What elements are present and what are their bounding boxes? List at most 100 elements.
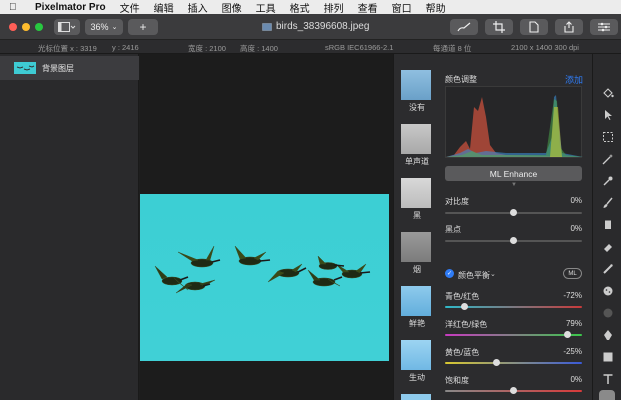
retouch-icon[interactable] — [601, 262, 614, 275]
image-dimensions: 2100 x 1400 300 dpi — [511, 43, 579, 52]
tools-column — [592, 54, 621, 400]
preset-next-thumb[interactable] — [401, 394, 431, 400]
brush-tool-icon[interactable] — [601, 196, 614, 209]
blackpoint-value[interactable]: 0% — [552, 224, 582, 233]
preset-vivid-thumb[interactable] — [401, 340, 431, 370]
marquee-select-icon[interactable] — [601, 130, 614, 143]
photo-birds — [140, 194, 389, 361]
document-filename: birds_38396608.jpeg — [276, 21, 370, 32]
eyedropper-icon[interactable] — [601, 174, 614, 187]
preset-mono-thumb[interactable] — [401, 124, 431, 154]
contrast-label: 对比度 — [445, 197, 469, 206]
menu-arrange[interactable]: 排列 — [324, 0, 344, 15]
magenta-green-slider-knob[interactable] — [564, 331, 572, 338]
document-title: birds_38396608.jpeg — [262, 21, 369, 32]
menu-help[interactable]: 帮助 — [426, 0, 446, 15]
color-profile: sRGB IEC61966-2.1 — [325, 43, 394, 52]
preset-none-thumb[interactable] — [401, 70, 431, 100]
shape-tool-icon[interactable] — [601, 350, 614, 363]
yellow-blue-slider[interactable] — [445, 362, 582, 364]
view-mode-button[interactable] — [54, 19, 80, 35]
menu-image[interactable]: 图像 — [222, 0, 242, 15]
fill-bucket-icon[interactable] — [601, 218, 614, 231]
crop-icon — [493, 21, 505, 33]
sponge-icon[interactable] — [601, 284, 614, 297]
ml-enhance-button[interactable]: ML Enhance — [445, 166, 582, 181]
crop-button[interactable] — [485, 19, 513, 35]
preset-label-none[interactable]: 没有 — [394, 102, 440, 113]
image-file-icon — [262, 22, 272, 31]
blur-icon[interactable] — [601, 306, 614, 319]
cursor-x-readout: 光标位置 x : 3319 — [38, 44, 97, 53]
share-icon — [564, 21, 574, 33]
zoom-dropdown[interactable]: 36% ⌄ — [85, 19, 123, 35]
magenta-green-slider[interactable] — [445, 334, 582, 336]
share-button[interactable] — [555, 19, 583, 35]
preset-label-vibrant[interactable]: 鲜艳 — [394, 318, 440, 329]
close-window-button[interactable] — [9, 23, 17, 31]
color-balance-title[interactable]: 颜色平衡 — [458, 270, 490, 281]
adjustments-toggle-button[interactable] — [590, 19, 618, 35]
ml-enhance-label: ML Enhance — [489, 168, 538, 179]
color-balance-checkbox[interactable]: ✓ — [445, 269, 454, 278]
saturation-value[interactable]: 0% — [552, 375, 582, 384]
menu-insert[interactable]: 插入 — [188, 0, 208, 15]
preset-label-mono[interactable]: 单声道 — [394, 156, 440, 167]
contrast-slider-knob[interactable] — [510, 209, 517, 216]
minimize-window-button[interactable] — [22, 23, 30, 31]
chevron-down-icon[interactable]: ⌄ — [490, 270, 496, 278]
menu-app-name[interactable]: Pixelmator Pro — [35, 2, 106, 13]
arrow-select-icon[interactable] — [601, 108, 614, 121]
menu-format[interactable]: 格式 — [290, 0, 310, 15]
toolbar: 36% ⌄ + birds_38396608.jpeg — [0, 14, 621, 40]
presets-column: 没有 单声道 黑 烟 鲜艳 生动 — [393, 54, 439, 400]
contrast-value[interactable]: 0% — [552, 196, 582, 205]
preset-vibrant-thumb[interactable] — [401, 286, 431, 316]
layers-sidebar: 背景图层 — [0, 54, 139, 400]
canvas-area[interactable] — [140, 54, 393, 400]
menu-tools[interactable]: 工具 — [256, 0, 276, 15]
yellow-blue-value[interactable]: -25% — [552, 347, 582, 356]
preset-black-thumb[interactable] — [401, 178, 431, 208]
cyan-red-value[interactable]: -72% — [552, 291, 582, 300]
info-bar: 光标位置 x : 3319 y : 2416 宽度 : 2100 高度 : 14… — [0, 40, 621, 54]
layer-row[interactable]: 背景图层 — [0, 56, 139, 80]
color-adjust-tool-icon[interactable] — [599, 390, 615, 400]
layer-name: 背景图层 — [42, 63, 74, 73]
menu-view[interactable]: 查看 — [358, 0, 378, 15]
blackpoint-slider-knob[interactable] — [510, 237, 517, 244]
preset-label-smoke[interactable]: 烟 — [394, 264, 440, 275]
eraser-icon[interactable] — [601, 240, 614, 253]
magenta-green-value[interactable]: 79% — [552, 319, 582, 328]
text-tool-icon[interactable] — [601, 372, 614, 385]
document-icon — [529, 21, 539, 33]
plus-icon: + — [139, 20, 147, 34]
preset-label-black[interactable]: 黑 — [394, 210, 440, 221]
menu-file[interactable]: 文件 — [120, 0, 140, 15]
menu-edit[interactable]: 编辑 — [154, 0, 174, 15]
ml-color-balance-button[interactable]: ML — [563, 268, 582, 279]
chevron-down-icon: ⌄ — [111, 24, 118, 31]
apple-icon[interactable]:  — [9, 2, 23, 13]
add-adjustment-link[interactable]: 添加 — [565, 73, 583, 86]
menu-window[interactable]: 窗口 — [392, 0, 412, 15]
edit-tool-button[interactable] — [450, 19, 478, 35]
cursor-y-readout: y : 2416 — [112, 43, 139, 52]
brush-icon — [457, 22, 471, 32]
menu-bar:  Pixelmator Pro 文件 编辑 插入 图像 工具 格式 排列 查看… — [0, 0, 621, 15]
magic-wand-icon[interactable] — [601, 152, 614, 165]
paint-bucket-icon[interactable] — [601, 86, 614, 99]
preset-label-vivid[interactable]: 生动 — [394, 372, 440, 383]
chevron-down-icon[interactable]: ▼ — [511, 182, 517, 188]
pen-tool-icon[interactable] — [601, 328, 614, 341]
preset-smoke-thumb[interactable] — [401, 232, 431, 262]
zoom-window-button[interactable] — [35, 23, 43, 31]
add-button[interactable]: + — [128, 19, 158, 35]
saturation-slider-knob[interactable] — [510, 387, 517, 394]
layer-thumbnail — [14, 62, 36, 74]
sliders-icon — [598, 22, 610, 32]
cyan-red-slider-knob[interactable] — [460, 303, 468, 310]
yellow-blue-slider-knob[interactable] — [492, 359, 500, 366]
format-button[interactable] — [520, 19, 548, 35]
color-adjust-title: 颜色调整 — [445, 75, 477, 84]
